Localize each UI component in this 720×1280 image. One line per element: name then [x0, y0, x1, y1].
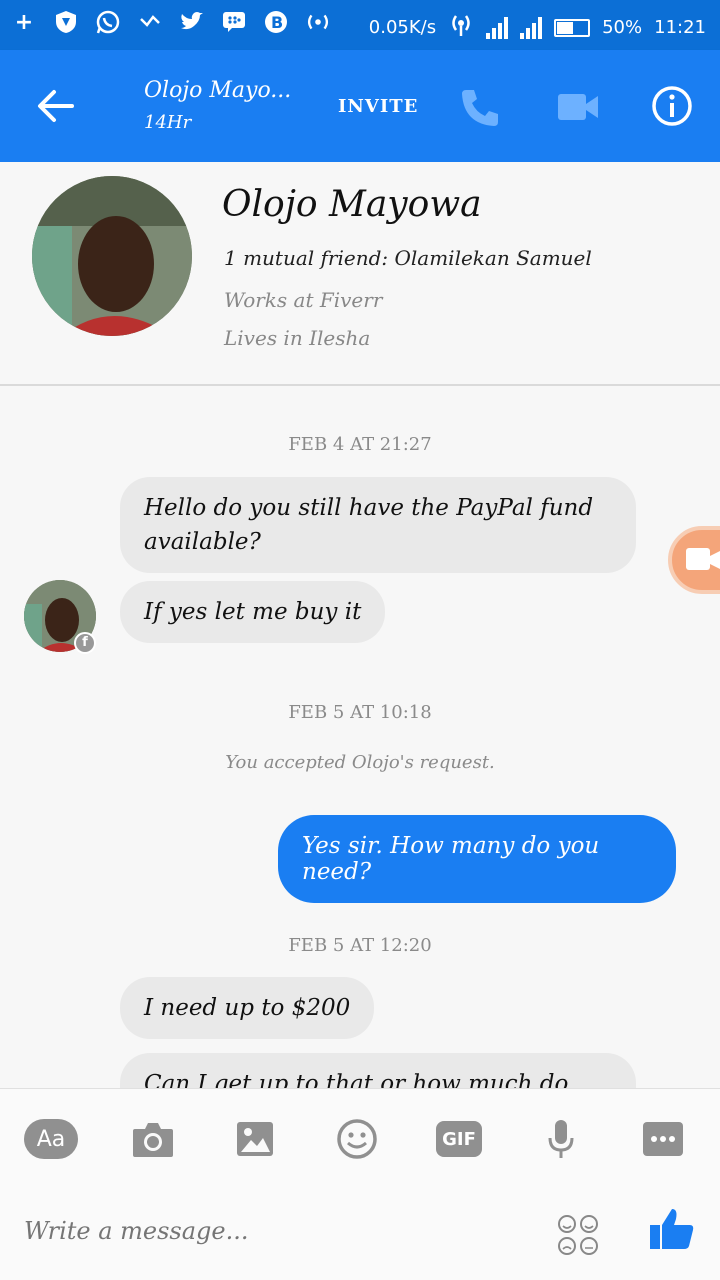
contact-profile-card: Olojo Mayowa 1 mutual friend: Olamilekan…: [0, 162, 720, 386]
incoming-message[interactable]: Hello do you still have the PayPal fund …: [120, 477, 636, 573]
signal-h-icon: [520, 16, 543, 39]
video-call-icon[interactable]: [556, 88, 600, 126]
svg-text:B: B: [271, 13, 283, 32]
message-list[interactable]: FEB 4 AT 21:27 Hello do you still have t…: [0, 388, 720, 1088]
stickers-icon[interactable]: [556, 1213, 600, 1257]
date-separator: FEB 4 AT 21:27: [288, 434, 432, 455]
emoji-icon[interactable]: [330, 1117, 384, 1161]
profile-location: Lives in Ilesha: [224, 326, 371, 350]
bbm-icon: [220, 8, 248, 36]
facebook-badge-icon: f: [74, 632, 96, 654]
message-input[interactable]: [24, 1217, 504, 1245]
request-notice: You accepted Olojo's request.: [225, 752, 495, 773]
thumbs-up-icon[interactable]: [648, 1205, 696, 1253]
gif-icon: GIF: [436, 1121, 482, 1157]
whatsapp-icon: [94, 8, 122, 36]
incoming-message[interactable]: If yes let me buy it: [120, 581, 386, 643]
profile-name: Olojo Mayowa: [222, 184, 482, 225]
camera-icon[interactable]: [126, 1117, 180, 1161]
battery-percent: 50%: [602, 17, 643, 38]
header-contact-name[interactable]: Olojo Mayo...: [144, 78, 291, 103]
date-separator: FEB 5 AT 10:18: [288, 702, 432, 723]
invite-button[interactable]: INVITE: [338, 96, 418, 117]
phone-icon[interactable]: [458, 86, 502, 130]
incoming-message[interactable]: I need up to $200: [120, 977, 375, 1039]
more-options-icon[interactable]: [636, 1117, 690, 1161]
floating-video-call-icon[interactable]: [668, 526, 720, 594]
profile-avatar[interactable]: [32, 176, 192, 336]
incoming-message[interactable]: Can I get up to that or how much do you: [120, 1053, 636, 1088]
mutual-friends: 1 mutual friend: Olamilekan Samuel: [224, 246, 592, 270]
profile-work: Works at Fiverr: [224, 288, 383, 312]
date-separator: FEB 5 AT 12:20: [288, 935, 432, 956]
gallery-icon[interactable]: [228, 1117, 282, 1161]
microphone-icon[interactable]: [534, 1117, 588, 1161]
plus-icon: +: [14, 9, 34, 35]
gif-button[interactable]: GIF: [432, 1117, 486, 1161]
notification-icons: + B: [10, 8, 332, 36]
system-status: 0.05K/s 50% 11:21: [369, 12, 706, 43]
info-icon[interactable]: [650, 84, 694, 128]
text-format-icon: Aa: [24, 1119, 78, 1159]
clock: 11:21: [654, 17, 706, 38]
network-speed: 0.05K/s: [368, 17, 437, 38]
back-arrow-icon[interactable]: [36, 86, 76, 126]
battery-icon: [554, 18, 591, 37]
chat-header: Olojo Mayo... 14Hr INVITE: [0, 50, 720, 162]
signal-icon: [486, 16, 509, 39]
twitter-icon: [178, 8, 206, 36]
shield-icon: [52, 8, 80, 36]
missed-call-icon: [136, 8, 164, 36]
header-active-status: 14Hr: [144, 112, 192, 133]
outgoing-message[interactable]: Yes sir. How many do you need?: [278, 815, 676, 903]
text-format-button[interactable]: Aa: [24, 1117, 78, 1161]
status-bar: + B 0.05K/s 50% 11:21: [0, 0, 720, 50]
wifi-hotspot-icon: [448, 12, 474, 43]
composer-bar: Aa GIF: [0, 1088, 720, 1280]
hotspot-icon: [304, 8, 332, 36]
app-b-icon: B: [262, 8, 290, 36]
